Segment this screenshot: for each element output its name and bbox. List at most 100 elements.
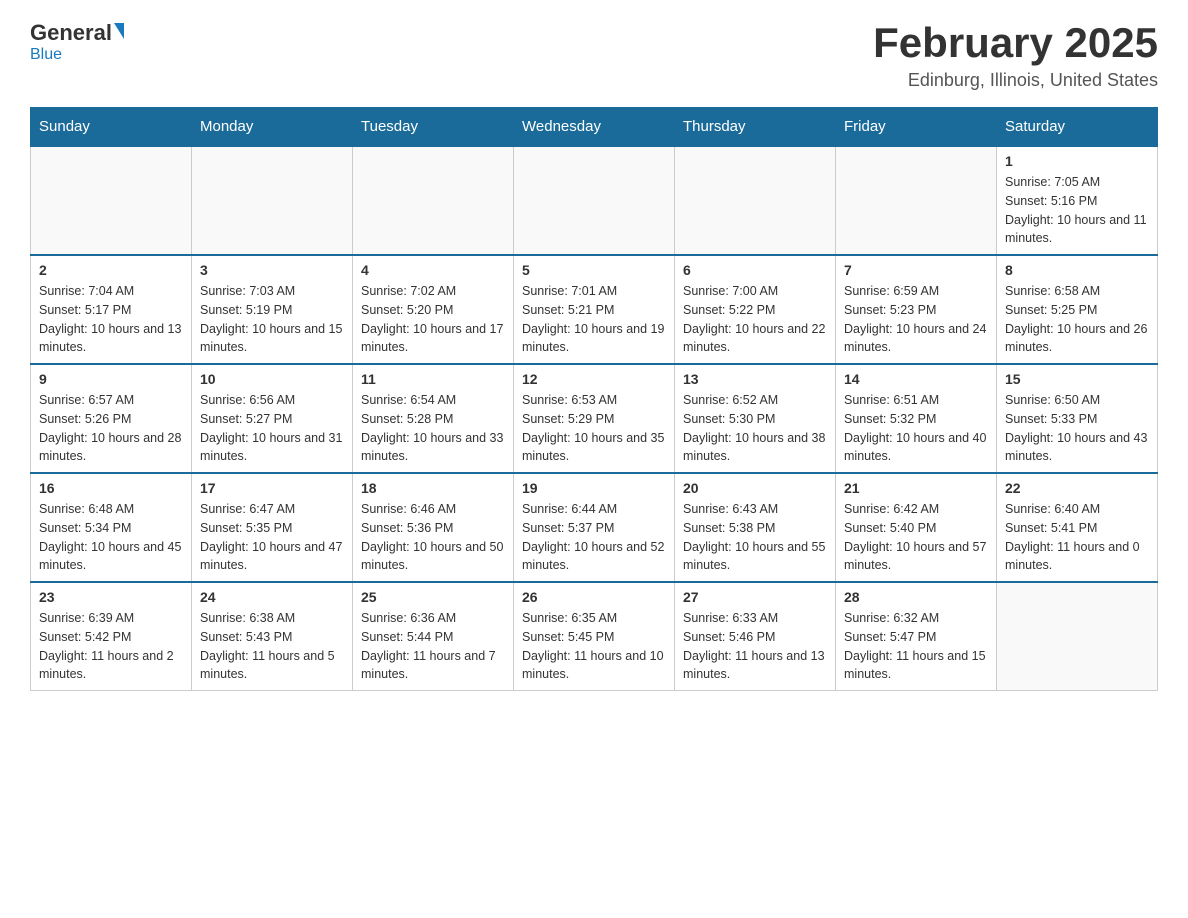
day-number: 20 <box>683 480 827 496</box>
day-number: 12 <box>522 371 666 387</box>
day-info: Sunrise: 6:39 AM Sunset: 5:42 PM Dayligh… <box>39 609 183 684</box>
page-header: General Blue February 2025 Edinburg, Ill… <box>30 20 1158 91</box>
calendar-cell: 18 Sunrise: 6:46 AM Sunset: 5:36 PM Dayli… <box>353 473 514 582</box>
day-number: 25 <box>361 589 505 605</box>
calendar-cell: 13 Sunrise: 6:52 AM Sunset: 5:30 PM Dayli… <box>675 364 836 473</box>
day-info: Sunrise: 7:02 AM Sunset: 5:20 PM Dayligh… <box>361 282 505 357</box>
calendar-title: February 2025 <box>873 20 1158 66</box>
calendar-cell: 24 Sunrise: 6:38 AM Sunset: 5:43 PM Dayli… <box>192 582 353 691</box>
calendar-cell: 14 Sunrise: 6:51 AM Sunset: 5:32 PM Dayli… <box>836 364 997 473</box>
calendar-cell: 19Sunrise: 6:44 AM Sunset: 5:37 PM Dayli… <box>514 473 675 582</box>
calendar-cell: 10 Sunrise: 6:56 AM Sunset: 5:27 PM Dayli… <box>192 364 353 473</box>
calendar-cell <box>675 146 836 255</box>
day-number: 11 <box>361 371 505 387</box>
calendar-day-header: Sunday <box>31 108 192 147</box>
calendar-cell: 27 Sunrise: 6:33 AM Sunset: 5:46 PM Dayli… <box>675 582 836 691</box>
day-info: Sunrise: 7:03 AM Sunset: 5:19 PM Dayligh… <box>200 282 344 357</box>
day-number: 9 <box>39 371 183 387</box>
day-info: Sunrise: 7:00 AM Sunset: 5:22 PM Dayligh… <box>683 282 827 357</box>
calendar-cell: 8 Sunrise: 6:58 AM Sunset: 5:25 PM Daylig… <box>997 255 1158 364</box>
calendar-cell: 26 Sunrise: 6:35 AM Sunset: 5:45 PM Dayli… <box>514 582 675 691</box>
calendar-cell: 11 Sunrise: 6:54 AM Sunset: 5:28 PM Dayli… <box>353 364 514 473</box>
day-info: Sunrise: 6:57 AM Sunset: 5:26 PM Dayligh… <box>39 391 183 466</box>
calendar-day-header: Saturday <box>997 108 1158 147</box>
day-info: Sunrise: 6:51 AM Sunset: 5:32 PM Dayligh… <box>844 391 988 466</box>
calendar-cell <box>353 146 514 255</box>
day-number: 15 <box>1005 371 1149 387</box>
day-info: Sunrise: 6:59 AM Sunset: 5:23 PM Dayligh… <box>844 282 988 357</box>
title-block: February 2025 Edinburg, Illinois, United… <box>873 20 1158 91</box>
calendar-day-header: Tuesday <box>353 108 514 147</box>
day-number: 5 <box>522 262 666 278</box>
calendar-cell: 9 Sunrise: 6:57 AM Sunset: 5:26 PM Daylig… <box>31 364 192 473</box>
day-number: 3 <box>200 262 344 278</box>
day-number: 2 <box>39 262 183 278</box>
day-info: Sunrise: 6:42 AM Sunset: 5:40 PM Dayligh… <box>844 500 988 575</box>
day-info: Sunrise: 6:54 AM Sunset: 5:28 PM Dayligh… <box>361 391 505 466</box>
day-number: 26 <box>522 589 666 605</box>
day-info: Sunrise: 6:43 AM Sunset: 5:38 PM Dayligh… <box>683 500 827 575</box>
calendar-cell <box>836 146 997 255</box>
calendar-day-header: Friday <box>836 108 997 147</box>
day-info: Sunrise: 6:38 AM Sunset: 5:43 PM Dayligh… <box>200 609 344 684</box>
day-number: 6 <box>683 262 827 278</box>
day-number: 28 <box>844 589 988 605</box>
day-number: 24 <box>200 589 344 605</box>
calendar-cell: 4 Sunrise: 7:02 AM Sunset: 5:20 PM Daylig… <box>353 255 514 364</box>
calendar-week-row: 16 Sunrise: 6:48 AM Sunset: 5:34 PM Dayli… <box>31 473 1158 582</box>
calendar-cell: 20 Sunrise: 6:43 AM Sunset: 5:38 PM Dayli… <box>675 473 836 582</box>
logo-triangle-icon <box>114 23 124 39</box>
calendar-cell: 3 Sunrise: 7:03 AM Sunset: 5:19 PM Daylig… <box>192 255 353 364</box>
calendar-cell: 25 Sunrise: 6:36 AM Sunset: 5:44 PM Dayli… <box>353 582 514 691</box>
calendar-week-row: 23 Sunrise: 6:39 AM Sunset: 5:42 PM Dayli… <box>31 582 1158 691</box>
day-number: 16 <box>39 480 183 496</box>
calendar-cell <box>997 582 1158 691</box>
day-number: 23 <box>39 589 183 605</box>
calendar-week-row: 2 Sunrise: 7:04 AM Sunset: 5:17 PM Daylig… <box>31 255 1158 364</box>
calendar-cell <box>514 146 675 255</box>
calendar-cell: 21 Sunrise: 6:42 AM Sunset: 5:40 PM Dayli… <box>836 473 997 582</box>
day-info: Sunrise: 6:52 AM Sunset: 5:30 PM Dayligh… <box>683 391 827 466</box>
day-number: 14 <box>844 371 988 387</box>
day-info: Sunrise: 6:33 AM Sunset: 5:46 PM Dayligh… <box>683 609 827 684</box>
calendar-cell: 16 Sunrise: 6:48 AM Sunset: 5:34 PM Dayli… <box>31 473 192 582</box>
day-number: 13 <box>683 371 827 387</box>
day-info: Sunrise: 6:35 AM Sunset: 5:45 PM Dayligh… <box>522 609 666 684</box>
calendar-cell: 2 Sunrise: 7:04 AM Sunset: 5:17 PM Daylig… <box>31 255 192 364</box>
logo-general-text: General <box>30 20 112 46</box>
calendar-week-row: 1Sunrise: 7:05 AM Sunset: 5:16 PM Daylig… <box>31 146 1158 255</box>
calendar-cell: 22Sunrise: 6:40 AM Sunset: 5:41 PM Dayli… <box>997 473 1158 582</box>
calendar-cell: 28 Sunrise: 6:32 AM Sunset: 5:47 PM Dayli… <box>836 582 997 691</box>
day-number: 8 <box>1005 262 1149 278</box>
day-info: Sunrise: 6:44 AM Sunset: 5:37 PM Dayligh… <box>522 500 666 575</box>
day-number: 18 <box>361 480 505 496</box>
day-info: Sunrise: 7:01 AM Sunset: 5:21 PM Dayligh… <box>522 282 666 357</box>
day-number: 27 <box>683 589 827 605</box>
day-info: Sunrise: 6:48 AM Sunset: 5:34 PM Dayligh… <box>39 500 183 575</box>
day-number: 22 <box>1005 480 1149 496</box>
day-number: 1 <box>1005 153 1149 169</box>
calendar-cell: 15Sunrise: 6:50 AM Sunset: 5:33 PM Dayli… <box>997 364 1158 473</box>
day-info: Sunrise: 6:56 AM Sunset: 5:27 PM Dayligh… <box>200 391 344 466</box>
calendar-cell: 17Sunrise: 6:47 AM Sunset: 5:35 PM Dayli… <box>192 473 353 582</box>
calendar-table: SundayMondayTuesdayWednesdayThursdayFrid… <box>30 107 1158 691</box>
calendar-cell <box>31 146 192 255</box>
day-number: 10 <box>200 371 344 387</box>
day-number: 4 <box>361 262 505 278</box>
logo-blue-text: Blue <box>30 46 62 64</box>
logo: General Blue <box>30 20 124 64</box>
day-number: 7 <box>844 262 988 278</box>
day-info: Sunrise: 6:46 AM Sunset: 5:36 PM Dayligh… <box>361 500 505 575</box>
day-info: Sunrise: 6:36 AM Sunset: 5:44 PM Dayligh… <box>361 609 505 684</box>
calendar-subtitle: Edinburg, Illinois, United States <box>873 70 1158 91</box>
day-info: Sunrise: 6:53 AM Sunset: 5:29 PM Dayligh… <box>522 391 666 466</box>
day-number: 21 <box>844 480 988 496</box>
calendar-day-header: Thursday <box>675 108 836 147</box>
day-info: Sunrise: 7:04 AM Sunset: 5:17 PM Dayligh… <box>39 282 183 357</box>
day-info: Sunrise: 6:32 AM Sunset: 5:47 PM Dayligh… <box>844 609 988 684</box>
day-info: Sunrise: 6:58 AM Sunset: 5:25 PM Dayligh… <box>1005 282 1149 357</box>
calendar-cell <box>192 146 353 255</box>
calendar-cell: 7 Sunrise: 6:59 AM Sunset: 5:23 PM Daylig… <box>836 255 997 364</box>
day-info: Sunrise: 6:47 AM Sunset: 5:35 PM Dayligh… <box>200 500 344 575</box>
calendar-cell: 12 Sunrise: 6:53 AM Sunset: 5:29 PM Dayli… <box>514 364 675 473</box>
